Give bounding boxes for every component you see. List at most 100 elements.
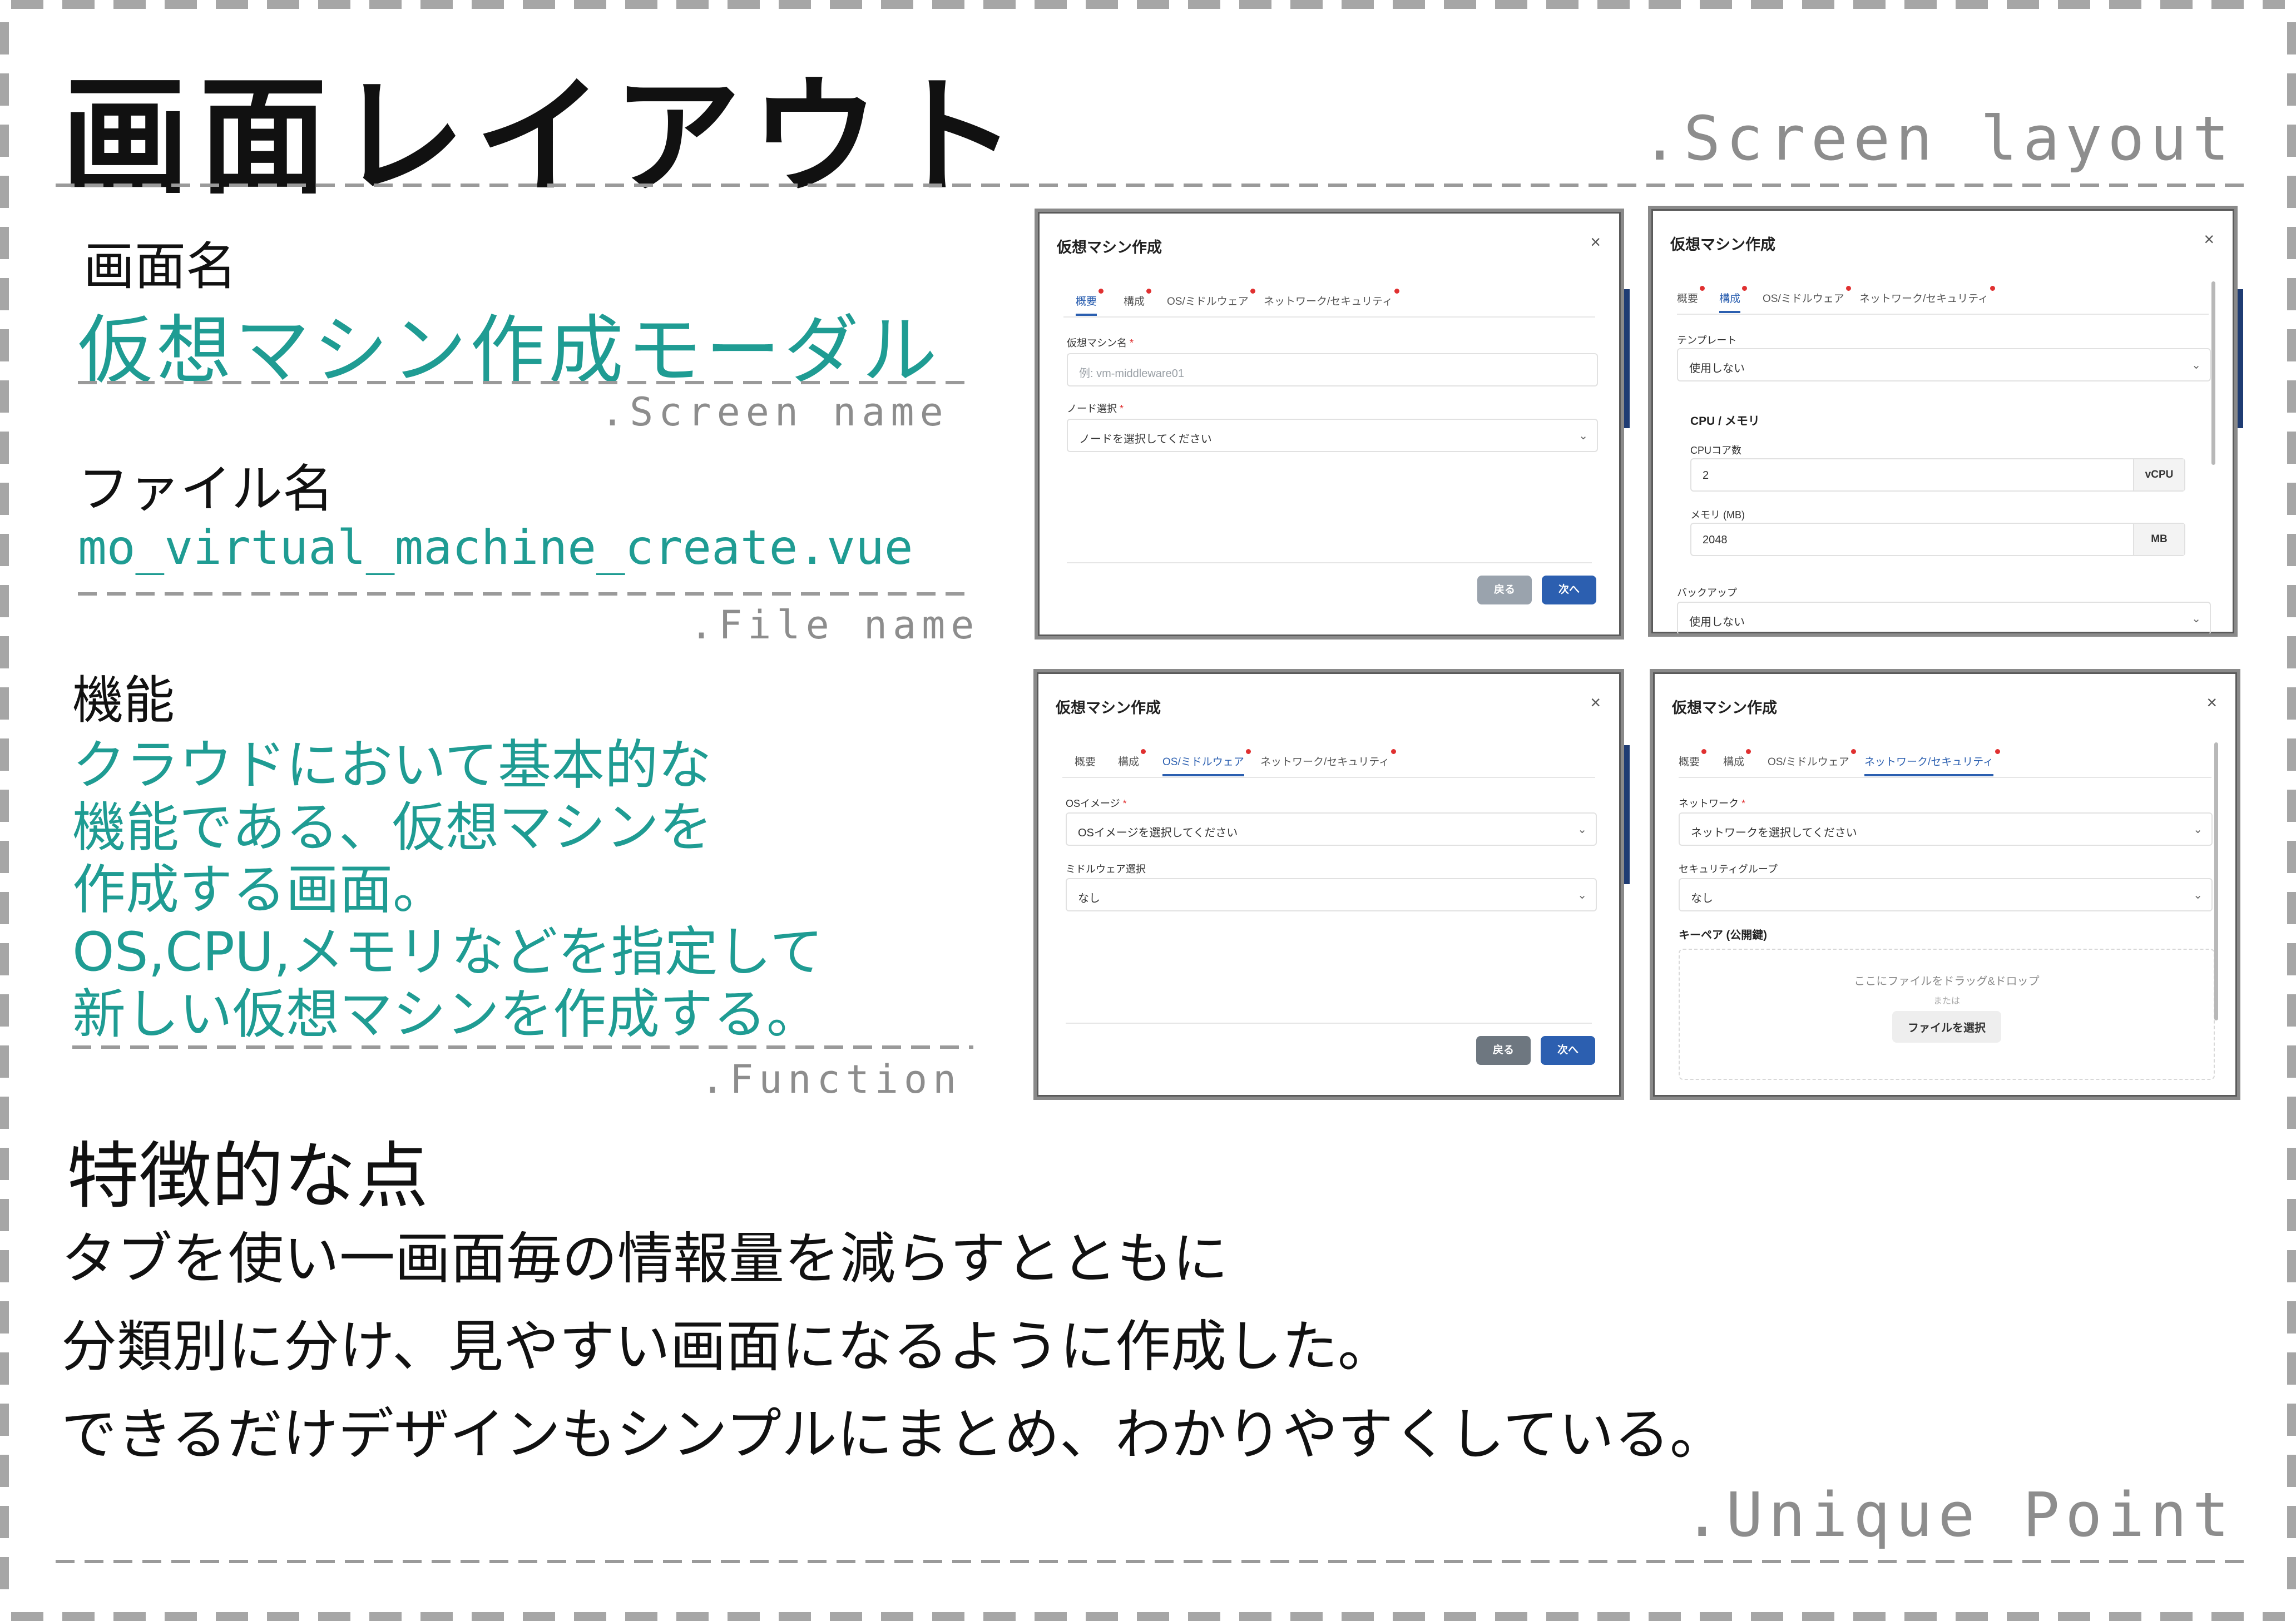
modal-tabs: 概要 構成 OS/ミドルウェア ネットワーク/セキュリティ [1679, 749, 2211, 778]
unique-point-line: できるだけデザインもシンプルにまとめ、わかりやすくしている。 [61, 1402, 1725, 1467]
modal-screenshot-config: 仮想マシン作成 × 概要 構成 OS/ミドルウェア ネットワーク/セキュリティ … [1648, 206, 2238, 637]
function-en: .Function [701, 1057, 962, 1102]
dropzone-text: ここにファイルをドラッグ&ドロップ [1854, 975, 2040, 988]
chevron-down-icon: ⌄ [2193, 889, 2203, 901]
modal-tabs: 概要 構成 OS/ミドルウェア ネットワーク/セキュリティ [1063, 289, 1595, 318]
node-select-label: ノード選択 * [1067, 403, 1124, 414]
back-button[interactable]: 戻る [1477, 576, 1532, 604]
required-dot [1746, 749, 1751, 754]
modal-title: 仮想マシン作成 [1672, 700, 1777, 716]
backup-select[interactable]: 使用しない ⌄ [1677, 602, 2211, 633]
function-text: クラウドにおいて基本的な 機能である、仮想マシンを 作成する画面。 OS,CPU… [72, 734, 1018, 1045]
cpu-memory-section-title: CPU / メモリ [1690, 415, 1760, 428]
border-right [2287, 22, 2296, 1602]
page-title-en: .Screen layout [1641, 103, 2235, 174]
tab-network-security[interactable]: ネットワーク/セキュリティ [1264, 289, 1400, 308]
modal-screenshot-overview: 仮想マシン作成 × 概要 構成 OS/ミドルウェア ネットワーク/セキュリティ … [1035, 209, 1624, 640]
middleware-select[interactable]: なし ⌄ [1066, 878, 1597, 911]
tab-os-middleware[interactable]: OS/ミドルウェア [1768, 749, 1856, 769]
border-left [0, 22, 9, 1602]
tab-network-security[interactable]: ネットワーク/セキュリティ [1864, 749, 2001, 776]
required-dot [1394, 289, 1400, 294]
network-label: ネットワーク * [1679, 798, 1746, 809]
file-name-label: ファイル名 [78, 459, 334, 519]
dropzone-or-text: または [1933, 997, 1960, 1006]
close-icon[interactable]: × [2206, 692, 2217, 713]
tab-config[interactable]: 構成 [1719, 286, 1748, 313]
memory-input[interactable]: 2048 MB [1690, 523, 2185, 556]
chevron-down-icon: ⌄ [2191, 613, 2201, 625]
file-name-en: .File name [690, 602, 980, 648]
tab-os-middleware[interactable]: OS/ミドルウェア [1763, 286, 1851, 305]
memory-label: メモリ (MB) [1690, 509, 1745, 520]
tab-overview[interactable]: 概要 [1677, 286, 1705, 305]
security-group-label: セキュリティグループ [1679, 864, 1778, 875]
modal-tabs: 概要 構成 OS/ミドルウェア ネットワーク/セキュリティ [1062, 749, 1595, 778]
tab-network-security[interactable]: ネットワーク/セキュリティ [1859, 286, 1996, 305]
required-dot [1701, 749, 1707, 754]
tab-config[interactable]: 構成 [1124, 289, 1152, 308]
close-icon[interactable]: × [1590, 232, 1601, 252]
bottom-separator [56, 1560, 2247, 1563]
memory-unit-addon: MB [2133, 524, 2184, 555]
screen-name-en: .Screen name [601, 389, 949, 435]
template-label: テンプレート [1677, 335, 1737, 346]
modal-tabs: 概要 構成 OS/ミドルウェア ネットワーク/セキュリティ [1677, 286, 2209, 315]
cpu-unit-addon: vCPU [2133, 459, 2184, 490]
close-icon[interactable]: × [1590, 692, 1601, 713]
next-button[interactable]: 次へ [1541, 1036, 1595, 1065]
template-select[interactable]: 使用しない ⌄ [1677, 348, 2211, 381]
scrollbar[interactable] [2214, 742, 2218, 1020]
footer-divider [1067, 562, 1592, 563]
back-button[interactable]: 戻る [1476, 1036, 1531, 1065]
required-dot [1990, 286, 1996, 291]
screen-name-label: 画面名 [83, 237, 237, 296]
function-line: OS,CPU,メモリなどを指定して [72, 921, 823, 983]
modal-title: 仮想マシン作成 [1056, 700, 1161, 716]
os-image-select[interactable]: OSイメージを選択してください ⌄ [1066, 812, 1597, 846]
node-select[interactable]: ノードを選択してください ⌄ [1067, 419, 1598, 452]
close-icon[interactable]: × [2204, 229, 2214, 250]
modal-screenshot-network-security: 仮想マシン作成 × 概要 構成 OS/ミドルウェア ネットワーク/セキュリティ … [1650, 669, 2240, 1100]
tab-os-middleware[interactable]: OS/ミドルウェア [1162, 749, 1251, 776]
select-file-button[interactable]: ファイルを選択 [1892, 1011, 2001, 1043]
tab-os-middleware[interactable]: OS/ミドルウェア [1167, 289, 1255, 308]
unique-point-label: 特徴的な点 [67, 1134, 429, 1218]
modal-screenshot-os-middleware: 仮想マシン作成 × 概要 構成 OS/ミドルウェア ネットワーク/セキュリティ … [1033, 669, 1624, 1100]
cpu-cores-input[interactable]: 2 vCPU [1690, 458, 2185, 492]
page-title: 画面レイアウト [61, 63, 1027, 212]
border-bottom [11, 1612, 2285, 1621]
vm-name-input[interactable]: 例: vm-middleware01 [1067, 353, 1598, 386]
required-dot [1845, 286, 1851, 291]
tab-config[interactable]: 構成 [1723, 749, 1751, 769]
chevron-down-icon: ⌄ [2191, 359, 2201, 371]
scrollbar[interactable] [2211, 281, 2215, 465]
network-select[interactable]: ネットワークを選択してください ⌄ [1679, 812, 2213, 846]
tab-overview[interactable]: 概要 [1679, 749, 1707, 769]
modal-title: 仮想マシン作成 [1057, 239, 1162, 256]
tab-overview[interactable]: 概要 [1075, 754, 1096, 769]
tab-overview[interactable]: 概要 [1076, 289, 1104, 316]
background-edge [1624, 289, 1630, 428]
keypair-dropzone[interactable]: ここにファイルをドラッグ&ドロップ または ファイルを選択 [1679, 949, 2215, 1080]
modal-title: 仮想マシン作成 [1670, 236, 1775, 253]
unique-point-line: タブを使い一画面毎の情報量を減らすとともに [61, 1226, 1228, 1291]
chevron-down-icon: ⌄ [1578, 430, 1588, 442]
chevron-down-icon: ⌄ [2193, 824, 2203, 836]
tab-config[interactable]: 構成 [1118, 749, 1146, 769]
backup-label: バックアップ [1677, 587, 1737, 598]
chevron-down-icon: ⌄ [1577, 889, 1587, 901]
security-group-select[interactable]: なし ⌄ [1679, 878, 2213, 911]
tab-network-security[interactable]: ネットワーク/セキュリティ [1260, 749, 1397, 769]
background-edge [2238, 289, 2243, 428]
function-line: 作成する画面。 [72, 859, 446, 921]
function-line: クラウドにおいて基本的な [72, 734, 712, 796]
function-line: 機能である、仮想マシンを [72, 796, 713, 859]
file-name-value: mo_virtual_machine_create.vue [78, 520, 913, 576]
required-dot [1245, 749, 1251, 754]
footer-divider [1066, 1023, 1592, 1024]
required-dot [1391, 749, 1397, 754]
os-image-label: OSイメージ * [1066, 798, 1127, 809]
next-button[interactable]: 次へ [1542, 576, 1596, 604]
required-dot [1850, 749, 1856, 754]
